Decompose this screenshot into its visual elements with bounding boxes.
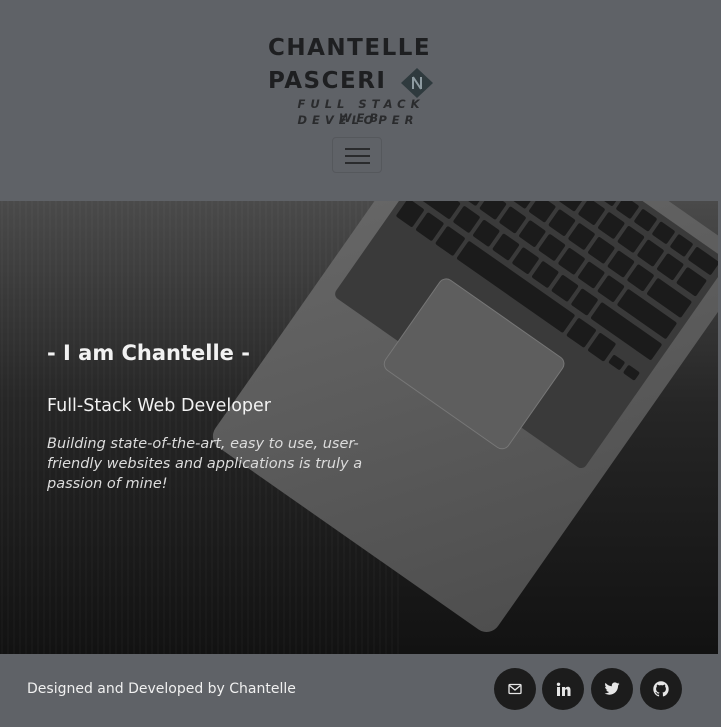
logo-name-first: CHANTELLE bbox=[268, 35, 432, 61]
mail-icon bbox=[508, 683, 522, 695]
twitter-icon bbox=[604, 682, 620, 695]
linkedin-icon bbox=[556, 682, 570, 696]
logo-tagline-2: DEVELOPER bbox=[297, 113, 419, 127]
logo-name-last: PASCERI bbox=[268, 68, 387, 94]
footer-credit: Designed and Developed by Chantelle bbox=[27, 681, 296, 697]
hero-title: - I am Chantelle - bbox=[47, 341, 250, 365]
linkedin-link[interactable] bbox=[542, 668, 584, 710]
github-link[interactable] bbox=[640, 668, 682, 710]
site-header: CHANTELLE PASCERI FULL STACK WEB DEVELOP… bbox=[0, 0, 721, 201]
github-icon bbox=[653, 681, 669, 697]
nav-toggler-button[interactable] bbox=[332, 137, 382, 173]
email-link[interactable] bbox=[494, 668, 536, 710]
hero-section: - I am Chantelle - Full-Stack Web Develo… bbox=[0, 201, 718, 654]
laptop-keyboard-photo bbox=[0, 201, 718, 654]
hamburger-icon bbox=[345, 148, 370, 150]
site-footer: Designed and Developed by Chantelle bbox=[0, 654, 721, 727]
twitter-link[interactable] bbox=[591, 668, 633, 710]
logo-mark-icon bbox=[401, 68, 433, 98]
hero-description: Building state-of-the-art, easy to use, … bbox=[47, 436, 363, 492]
hero-subtitle: Full-Stack Web Developer bbox=[47, 396, 271, 416]
brand-logo[interactable]: CHANTELLE PASCERI FULL STACK WEB DEVELOP… bbox=[268, 35, 448, 130]
